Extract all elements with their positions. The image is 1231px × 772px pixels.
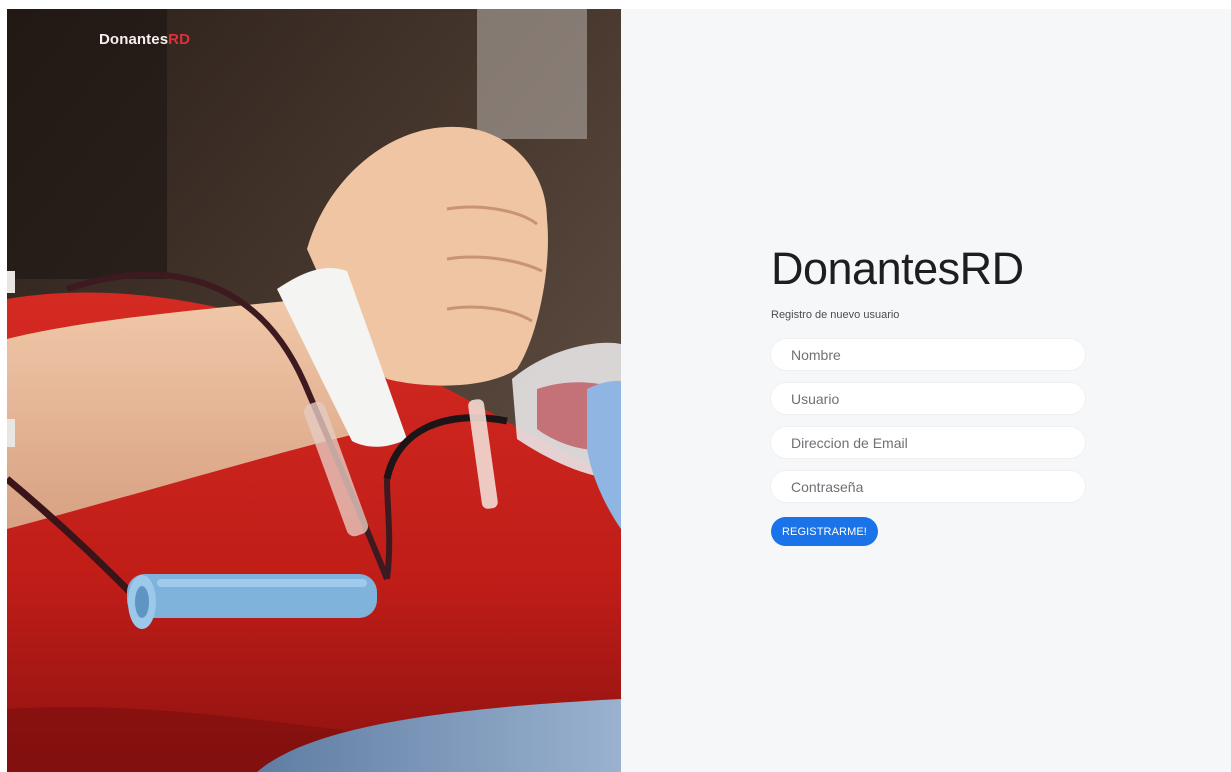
register-button[interactable]: REGISTRARME! (771, 517, 878, 546)
email-input[interactable] (771, 427, 1085, 458)
page-title: DonantesRD (771, 243, 1024, 294)
registration-form: DonantesRD Registro de nuevo usuario REG… (771, 243, 1091, 546)
usuario-input[interactable] (771, 383, 1085, 414)
registration-panel: DonantesRD Registro de nuevo usuario REG… (621, 9, 1231, 772)
logo-text-main: Donantes (99, 31, 169, 48)
form-subtitle: Registro de nuevo usuario (771, 309, 900, 321)
header-logo[interactable]: DonantesRD (99, 31, 190, 48)
blood-donation-photo (7, 9, 621, 772)
registration-page: DonantesRD DonantesRD Registro de nuevo … (0, 0, 1231, 772)
nombre-input[interactable] (771, 339, 1085, 370)
logo-text-accent: RD (168, 31, 191, 48)
hero-image-panel: DonantesRD (7, 9, 621, 772)
password-input[interactable] (771, 471, 1085, 502)
